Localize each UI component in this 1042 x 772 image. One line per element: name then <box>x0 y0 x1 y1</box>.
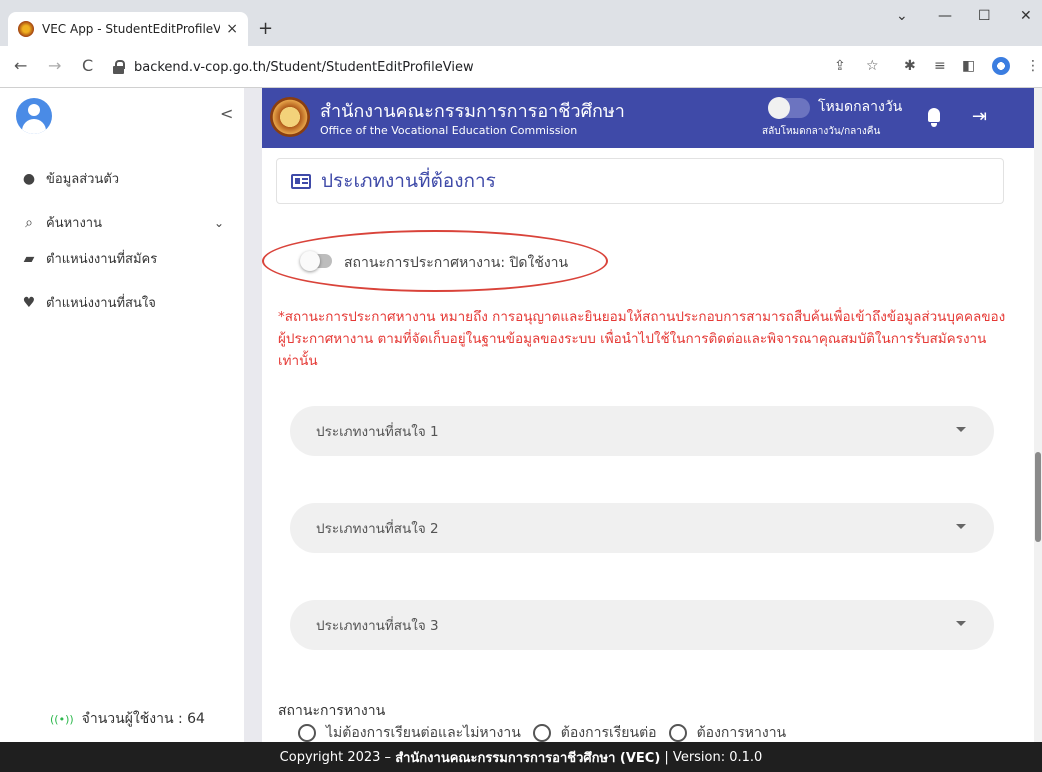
sidebar: < ● ข้อมูลส่วนตัว ⌕ ค้นหางาน ⌄ ▰ ตำแหน่ง… <box>0 88 244 742</box>
page-scrollbar[interactable] <box>1034 88 1042 742</box>
collapse-sidebar-icon[interactable]: < <box>220 104 233 123</box>
radio-no-study-no-job[interactable] <box>298 724 316 742</box>
new-tab-button[interactable]: + <box>258 18 273 39</box>
job-search-icon: ⌕ <box>25 214 33 231</box>
logout-icon[interactable]: ⇥ <box>972 106 987 127</box>
notice-text: *สถานะการประกาศหางาน หมายถึง การอนุญาตแล… <box>278 309 1006 369</box>
radio-label: ไม่ต้องการเรียนต่อและไม่หางาน <box>326 725 521 741</box>
tab-close-icon[interactable]: × <box>226 21 238 37</box>
app-header: สำนักงานคณะกรรมการการอาชีวศึกษา Office o… <box>262 88 1034 148</box>
select-placeholder: ประเภทงานที่สนใจ 3 <box>316 618 439 634</box>
broadcast-icon: ((•)) <box>50 712 74 726</box>
minimize-button[interactable]: — <box>938 8 952 24</box>
extensions-icon[interactable]: ✱ <box>904 58 916 74</box>
org-name-en: Office of the Vocational Education Commi… <box>320 124 578 137</box>
address-bar-row: ← → C backend.v-cop.go.th/Student/Studen… <box>0 46 1042 88</box>
tab-title: VEC App - StudentEditProfileVie <box>42 22 221 36</box>
caret-down-icon <box>956 427 966 432</box>
interested-job-type-3-select[interactable]: ประเภทงานที่สนใจ 3 <box>290 600 994 650</box>
vec-logo <box>270 97 310 137</box>
maximize-button[interactable]: ☐ <box>978 8 991 24</box>
url-field[interactable]: backend.v-cop.go.th/Student/StudentEditP… <box>112 52 872 82</box>
applied-job-icon: ▰ <box>23 250 35 267</box>
user-avatar[interactable] <box>16 98 52 134</box>
org-name-th: สำนักงานคณะกรรมการการอาชีวศึกษา <box>320 101 625 122</box>
person-icon: ● <box>22 170 36 187</box>
scrollbar-thumb[interactable] <box>1035 452 1041 542</box>
notification-bell-icon[interactable] <box>926 108 944 128</box>
interested-job-type-2-select[interactable]: ประเภทงานที่สนใจ 2 <box>290 503 994 553</box>
bookmark-star-icon[interactable]: ☆ <box>866 58 879 74</box>
job-status-radio-group: ไม่ต้องการเรียนต่อและไม่หางาน ต้องการเรี… <box>298 722 798 744</box>
id-card-icon <box>291 173 311 189</box>
profile-avatar-icon[interactable] <box>992 57 1010 75</box>
footer: Copyright 2023 – สำนักงานคณะกรรมการการอา… <box>0 742 1042 772</box>
announce-status-label: สถานะการประกาศหางาน: ปิดใช้งาน <box>344 255 569 271</box>
section-title: ประเภทงานที่ต้องการ <box>321 170 496 192</box>
radio-label: ต้องการเรียนต่อ <box>560 725 657 741</box>
select-placeholder: ประเภทงานที่สนใจ 1 <box>316 424 439 440</box>
share-icon[interactable]: ⇪ <box>834 58 846 74</box>
chevron-down-icon: ⌄ <box>214 215 225 230</box>
forward-button[interactable]: → <box>48 56 61 75</box>
caret-down-icon <box>956 621 966 626</box>
sidebar-item-label: ข้อมูลส่วนตัว <box>46 172 120 187</box>
browser-tab-bar: VEC App - StudentEditProfileVie × + ⌄ — … <box>0 0 1042 46</box>
reading-list-icon[interactable]: ≡ <box>934 58 946 74</box>
sidebar-item-profile[interactable]: ● ข้อมูลส่วนตัว <box>20 168 119 189</box>
browser-menu-icon[interactable]: ⋮ <box>1026 58 1040 74</box>
select-placeholder: ประเภทงานที่สนใจ 2 <box>316 521 439 537</box>
sidebar-item-label: ตำแหน่งงานที่สมัคร <box>46 252 158 267</box>
radio-continue-study[interactable] <box>532 724 551 742</box>
user-count: ((•)) จำนวนผู้ใช้งาน : 64 <box>50 708 205 730</box>
window-close-button[interactable]: ✕ <box>1020 8 1032 24</box>
footer-org: สำนักงานคณะกรรมการการอาชีวศึกษา (VEC) <box>395 750 661 766</box>
heart-icon: ♥ <box>22 294 36 311</box>
site-favicon-icon <box>18 21 34 37</box>
job-status-label: สถานะการหางาน <box>278 703 386 719</box>
url-text: backend.v-cop.go.th/Student/StudentEditP… <box>134 59 474 75</box>
footer-copyright: Copyright 2023 – <box>279 749 392 765</box>
footer-version: | Version: 0.1.0 <box>664 749 763 765</box>
user-count-label: จำนวนผู้ใช้งาน : 64 <box>81 711 205 727</box>
day-mode-label: โหมดกลางวัน <box>818 99 903 115</box>
day-night-toggle[interactable] <box>768 97 810 119</box>
sidebar-item-applied-jobs[interactable]: ▰ ตำแหน่งงานที่สมัคร <box>20 248 158 269</box>
caret-down-icon <box>956 524 966 529</box>
back-button[interactable]: ← <box>14 56 27 75</box>
radio-label: ต้องการหางาน <box>696 725 787 741</box>
interested-job-type-1-select[interactable]: ประเภทงานที่สนใจ 1 <box>290 406 994 456</box>
day-mode-sublabel: สลับโหมดกลางวัน/กลางคืน <box>762 126 881 137</box>
announce-status-switch[interactable] <box>300 251 332 271</box>
sidebar-item-label: ตำแหน่งงานที่สนใจ <box>46 296 156 311</box>
tab-search-icon[interactable]: ⌄ <box>896 8 908 24</box>
reload-button[interactable]: C <box>82 56 93 75</box>
sidebar-item-job-search[interactable]: ⌕ ค้นหางาน ⌄ <box>20 212 224 233</box>
section-header: ประเภทงานที่ต้องการ <box>276 158 1004 204</box>
radio-seeking-job[interactable] <box>668 724 687 742</box>
side-panel-icon[interactable]: ◧ <box>962 58 975 74</box>
sidebar-item-label: ค้นหางาน <box>46 216 102 231</box>
sidebar-item-interested-jobs[interactable]: ♥ ตำแหน่งงานที่สนใจ <box>20 292 156 313</box>
main-content: ประเภทงานที่ต้องการ สถานะการประกาศหางาน:… <box>262 148 1034 742</box>
lock-icon <box>112 60 126 74</box>
browser-tab[interactable]: VEC App - StudentEditProfileVie × <box>8 12 248 46</box>
